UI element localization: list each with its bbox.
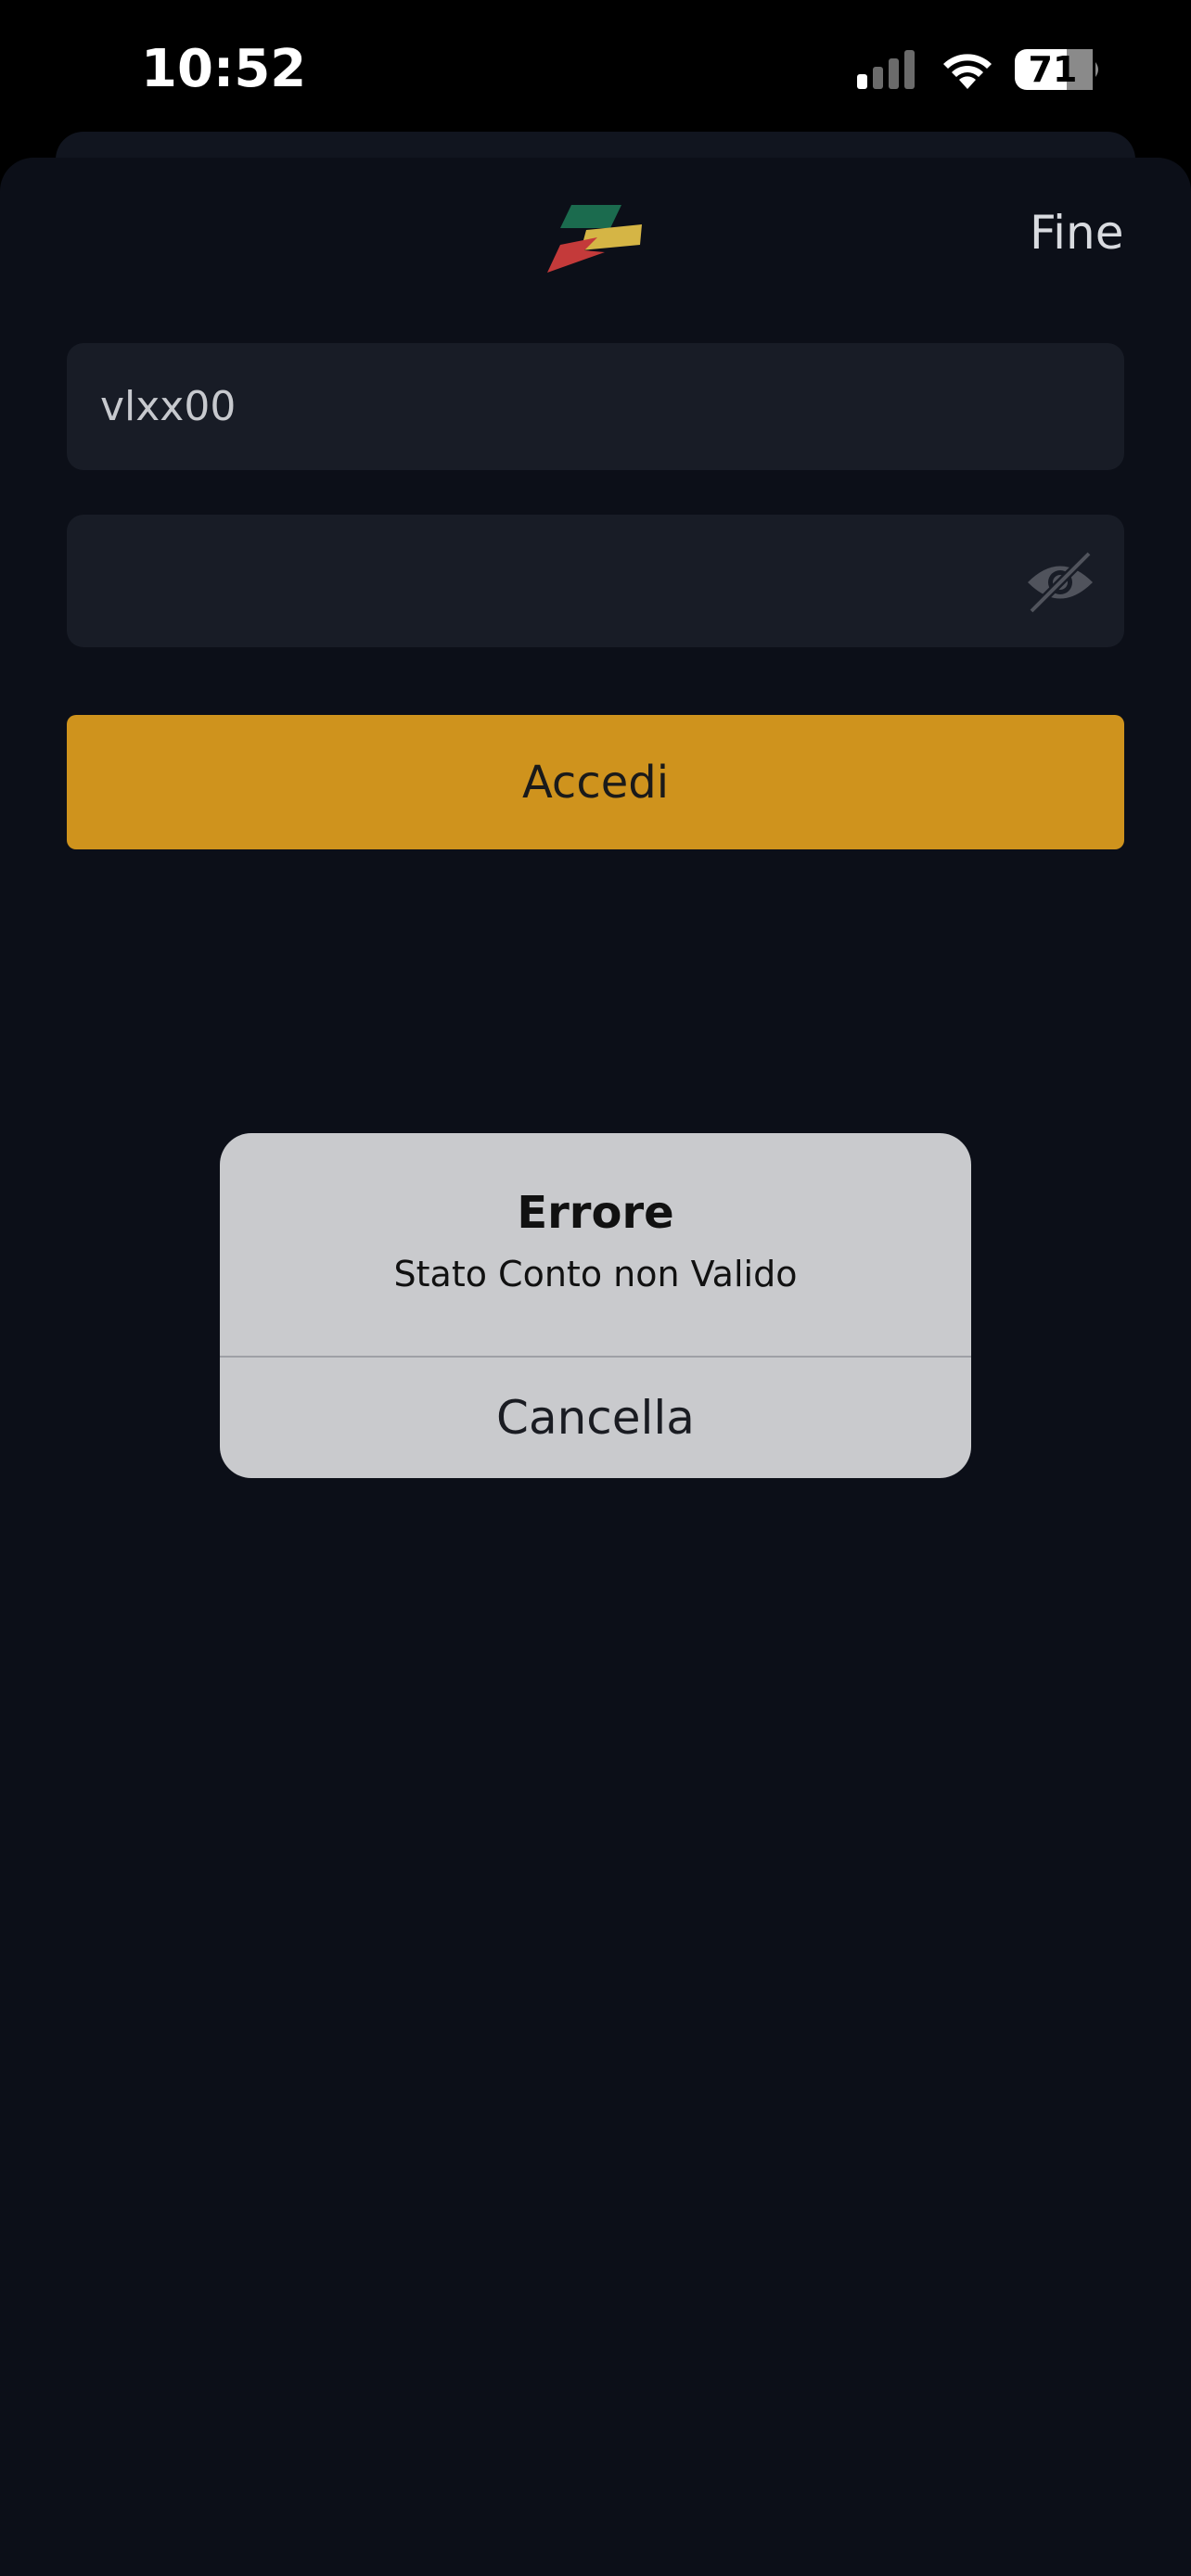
username-field[interactable]: vlxx00 [67, 343, 1124, 470]
username-value: vlxx00 [100, 383, 237, 430]
login-button[interactable]: Accedi [67, 715, 1124, 849]
wifi-icon [943, 54, 992, 89]
alert-title: Errore [517, 1187, 674, 1239]
cellular-signal-icon [857, 50, 915, 89]
eye-off-icon[interactable] [1024, 550, 1096, 615]
battery-level: 71 [1028, 49, 1078, 90]
alert-message: Stato Conto non Valido [393, 1254, 798, 1294]
app-logo-icon [547, 205, 642, 273]
done-button[interactable]: Fine [1030, 206, 1123, 260]
status-time: 10:52 [141, 39, 307, 99]
password-field[interactable] [67, 515, 1124, 647]
status-bar: 10:52 71 [0, 0, 1191, 139]
alert-cancel-button[interactable]: Cancella [220, 1358, 971, 1478]
login-screen: 10:52 71 Fine vlxx00 Accedi Errore Stato… [0, 0, 1191, 2576]
error-alert: Errore Stato Conto non Valido Cancella [220, 1133, 971, 1478]
